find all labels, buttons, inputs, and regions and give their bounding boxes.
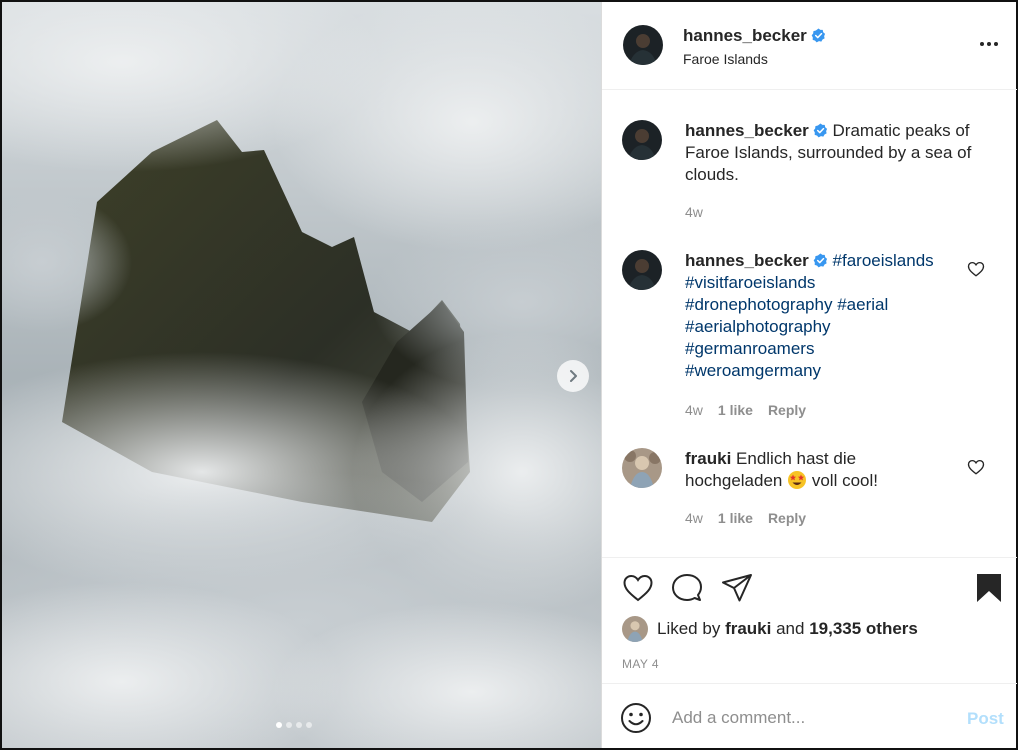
star-struck-emoji-icon bbox=[788, 471, 807, 489]
avatar[interactable] bbox=[622, 616, 648, 642]
comment-likes[interactable]: 1 like bbox=[718, 402, 753, 418]
comment-likes[interactable]: 1 like bbox=[718, 510, 753, 526]
ellipsis-dot bbox=[994, 42, 998, 46]
profile-photo-icon bbox=[622, 616, 648, 642]
speech-bubble-icon[interactable] bbox=[671, 572, 703, 604]
comment-time[interactable]: 4w bbox=[685, 204, 703, 220]
paper-plane-icon[interactable] bbox=[721, 572, 753, 604]
likes-others-link[interactable]: 19,335 others bbox=[809, 619, 918, 639]
post-date[interactable]: MAY 4 bbox=[622, 657, 659, 671]
post-header: hannes_becker Faroe Islands bbox=[602, 2, 1017, 90]
next-photo-button[interactable] bbox=[557, 360, 589, 392]
bookmark-filled-icon[interactable] bbox=[973, 572, 1005, 604]
avatar[interactable] bbox=[622, 250, 662, 290]
hashtag-link[interactable]: #dronephotography bbox=[685, 295, 832, 314]
comment-username[interactable]: hannes_becker bbox=[685, 251, 809, 270]
more-options-button[interactable] bbox=[980, 36, 998, 52]
carousel-dot bbox=[296, 722, 302, 728]
hashtag-link[interactable]: #visitfaroeislands bbox=[685, 273, 815, 292]
heart-icon[interactable] bbox=[967, 458, 985, 476]
carousel-dot bbox=[286, 722, 292, 728]
comment-meta: 4w bbox=[685, 204, 703, 220]
liker-username[interactable]: frauki bbox=[725, 619, 771, 639]
comment-body-end: voll cool! bbox=[811, 471, 878, 490]
add-comment-bar: Post bbox=[602, 683, 1017, 748]
avatar[interactable] bbox=[622, 448, 662, 488]
verified-badge-icon bbox=[813, 122, 827, 137]
comment-meta: 4w 1 like Reply bbox=[685, 510, 806, 526]
comments-list[interactable]: hannes_becker Dramatic peaks of Faroe Is… bbox=[602, 91, 1017, 557]
carousel-dot bbox=[306, 722, 312, 728]
smiley-icon[interactable] bbox=[620, 702, 652, 734]
profile-photo-icon bbox=[623, 25, 663, 65]
comment-time[interactable]: 4w bbox=[685, 510, 703, 526]
carousel-dot-active bbox=[276, 722, 282, 728]
reply-button[interactable]: Reply bbox=[768, 402, 806, 418]
verified-badge-icon bbox=[811, 27, 825, 42]
likes-prefix: Liked by bbox=[657, 619, 721, 638]
add-comment-input[interactable] bbox=[672, 704, 952, 732]
post-photo[interactable] bbox=[2, 2, 601, 748]
heart-icon[interactable] bbox=[967, 260, 985, 278]
caption-text: hannes_becker Dramatic peaks of Faroe Is… bbox=[685, 120, 985, 186]
verified-badge-icon bbox=[813, 252, 827, 267]
comment-text: frauki Endlich hast die hochgeladen voll… bbox=[685, 448, 935, 492]
profile-photo-icon bbox=[622, 448, 662, 488]
post-comment-button[interactable]: Post bbox=[967, 709, 1004, 729]
hashtag-link[interactable]: #aerialphotography bbox=[685, 317, 831, 336]
comment-text: hannes_becker #faroeislands #visitfaroei… bbox=[685, 250, 945, 382]
post-side-panel: hannes_becker Faroe Islands hannes_becke… bbox=[601, 2, 1017, 748]
avatar[interactable] bbox=[622, 120, 662, 160]
fog-mountain-image bbox=[2, 2, 601, 748]
reply-button[interactable]: Reply bbox=[768, 510, 806, 526]
hashtag-link[interactable]: #weroamgermany bbox=[685, 361, 821, 380]
hashtag-link[interactable]: #germanroamers bbox=[685, 339, 814, 358]
post-dialog: hannes_becker Faroe Islands hannes_becke… bbox=[0, 0, 1018, 750]
heart-icon[interactable] bbox=[622, 572, 654, 604]
ellipsis-dot bbox=[987, 42, 991, 46]
header-location[interactable]: Faroe Islands bbox=[683, 51, 768, 67]
hashtag-link[interactable]: #aerial bbox=[837, 295, 888, 314]
post-actions: Liked by frauki and 19,335 others MAY 4 bbox=[602, 557, 1017, 683]
comment-username[interactable]: hannes_becker bbox=[685, 121, 809, 140]
likes-summary: Liked by frauki and 19,335 others bbox=[622, 616, 918, 642]
profile-photo-icon bbox=[622, 250, 662, 290]
ellipsis-icon bbox=[980, 42, 984, 46]
likes-and: and bbox=[776, 619, 805, 638]
header-username-row[interactable]: hannes_becker bbox=[683, 26, 826, 46]
profile-photo-icon bbox=[622, 120, 662, 160]
hashtag-link[interactable]: #faroeislands bbox=[833, 251, 934, 270]
comment-meta: 4w 1 like Reply bbox=[685, 402, 806, 418]
chevron-right-icon bbox=[570, 370, 577, 382]
comment-time[interactable]: 4w bbox=[685, 402, 703, 418]
avatar[interactable] bbox=[623, 25, 663, 65]
header-username[interactable]: hannes_becker bbox=[683, 26, 807, 45]
carousel-indicator bbox=[276, 722, 312, 728]
comment-username[interactable]: frauki bbox=[685, 449, 731, 468]
